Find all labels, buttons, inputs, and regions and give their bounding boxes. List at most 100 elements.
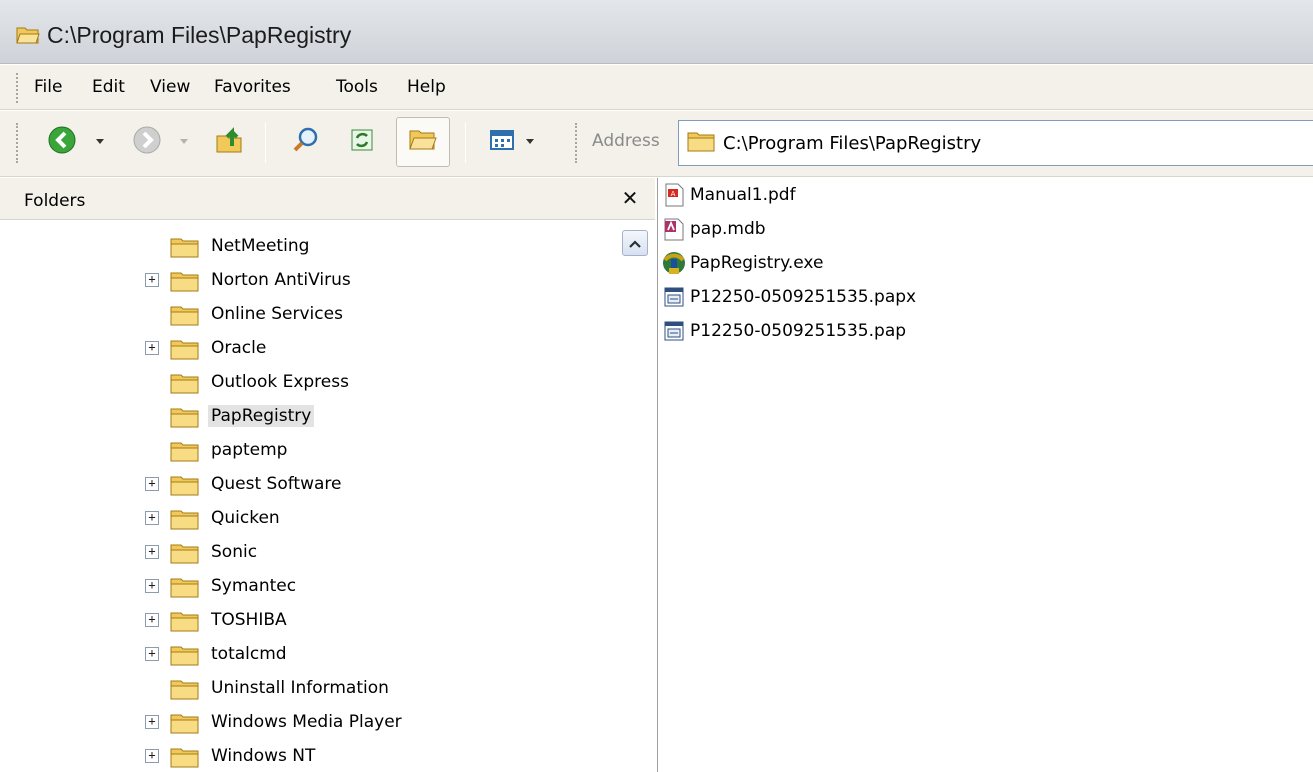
- file-item[interactable]: pap.mdb: [661, 212, 766, 246]
- expand-icon[interactable]: +: [145, 477, 159, 491]
- file-item[interactable]: A Manual1.pdf: [661, 178, 796, 212]
- folder-icon: [687, 130, 715, 157]
- expand-icon[interactable]: +: [145, 579, 159, 593]
- tree-item[interactable]: + Norton AntiVirus: [0, 264, 600, 298]
- tree-item-label: Quest Software: [211, 474, 342, 494]
- expand-icon[interactable]: +: [145, 545, 159, 559]
- folder-icon: [170, 644, 200, 671]
- folders-pane-header: Folders ✕: [0, 178, 655, 220]
- menu-edit[interactable]: Edit: [92, 77, 125, 97]
- up-button[interactable]: [210, 117, 250, 167]
- back-dropdown-arrow[interactable]: [96, 139, 104, 144]
- tree-item-label: totalcmd: [211, 644, 287, 664]
- expand-icon[interactable]: +: [145, 647, 159, 661]
- folder-icon: [170, 338, 200, 365]
- menubar-grip[interactable]: [16, 73, 19, 103]
- address-grip[interactable]: [575, 123, 578, 163]
- tree-item[interactable]: NetMeeting: [0, 230, 600, 264]
- folder-icon: [170, 372, 200, 399]
- menu-favorites[interactable]: Favorites: [214, 77, 291, 97]
- tree-item-label: Symantec: [211, 576, 297, 596]
- tree-item-label: TOSHIBA: [211, 610, 287, 630]
- sync-button[interactable]: [342, 117, 382, 167]
- tree-item[interactable]: + Windows Media Player: [0, 706, 600, 740]
- tree-item-label: Outlook Express: [211, 372, 349, 392]
- menu-view[interactable]: View: [150, 77, 190, 97]
- expand-icon[interactable]: +: [145, 511, 159, 525]
- forward-icon: [132, 125, 162, 160]
- menu-file[interactable]: File: [34, 77, 62, 97]
- address-input[interactable]: C:\Program Files\PapRegistry: [723, 133, 981, 154]
- tree-item[interactable]: + Quest Software: [0, 468, 600, 502]
- address-label: Address: [592, 131, 660, 151]
- tree-item[interactable]: PapRegistry: [0, 400, 600, 434]
- folders-pane: Folders ✕ NetMeeting + Norton AntiVirus Onl…: [0, 178, 658, 772]
- tree-item[interactable]: + Windows NT: [0, 740, 600, 772]
- file-name: Manual1.pdf: [690, 185, 796, 205]
- tree-item[interactable]: + Quicken: [0, 502, 600, 536]
- toolbar-separator: [265, 123, 266, 163]
- tree-item-label: PapRegistry: [208, 405, 315, 427]
- tree-item-label: Windows Media Player: [211, 712, 402, 732]
- folder-icon: [170, 576, 200, 603]
- expand-icon[interactable]: +: [145, 341, 159, 355]
- tree-item[interactable]: Uninstall Information: [0, 672, 600, 706]
- menu-help[interactable]: Help: [407, 77, 446, 97]
- back-button[interactable]: [44, 117, 80, 167]
- access-database-icon: [661, 216, 687, 242]
- folders-pane-title: Folders: [24, 191, 86, 211]
- title-bar: C:\Program Files\PapRegistry: [0, 0, 1313, 64]
- vertical-scrollbar[interactable]: [622, 230, 648, 772]
- close-icon[interactable]: ✕: [618, 184, 642, 212]
- svg-text:A: A: [671, 190, 676, 198]
- tree-item[interactable]: + totalcmd: [0, 638, 600, 672]
- up-folder-icon: [214, 124, 246, 161]
- generic-file-icon: [661, 284, 687, 310]
- chevron-up-icon: [629, 233, 641, 253]
- tree-item-label: Uninstall Information: [211, 678, 389, 698]
- tree-item[interactable]: + Symantec: [0, 570, 600, 604]
- address-bar[interactable]: C:\Program Files\PapRegistry: [678, 120, 1313, 166]
- sync-icon: [349, 127, 375, 158]
- tree-item[interactable]: paptemp: [0, 434, 600, 468]
- folders-icon: [408, 127, 438, 158]
- forward-button[interactable]: [129, 117, 165, 167]
- folders-button[interactable]: [396, 117, 450, 167]
- folder-icon: [170, 270, 200, 297]
- expand-icon[interactable]: +: [145, 715, 159, 729]
- file-item[interactable]: P12250-0509251535.pap: [661, 314, 906, 348]
- folder-icon: [170, 236, 200, 263]
- toolbar-grip[interactable]: [16, 123, 19, 163]
- tree-item-label: Norton AntiVirus: [211, 270, 351, 290]
- folder-icon: [170, 678, 200, 705]
- tree-item[interactable]: Outlook Express: [0, 366, 600, 400]
- toolbar-separator: [465, 123, 466, 163]
- back-icon: [47, 125, 77, 160]
- tree-item[interactable]: Online Services: [0, 298, 600, 332]
- folder-icon: [170, 746, 200, 772]
- file-list-pane: A Manual1.pdf pap.mdb PapRegistry.exe P12250…: [659, 178, 1313, 772]
- expand-icon[interactable]: +: [145, 273, 159, 287]
- folder-icon: [170, 508, 200, 535]
- tree-item-label: Oracle: [211, 338, 267, 358]
- views-dropdown-arrow[interactable]: [526, 139, 534, 144]
- forward-dropdown-arrow[interactable]: [180, 139, 188, 144]
- tree-item-label: paptemp: [211, 440, 288, 460]
- search-button[interactable]: [286, 117, 326, 167]
- expand-icon[interactable]: +: [145, 749, 159, 763]
- file-item[interactable]: PapRegistry.exe: [661, 246, 823, 280]
- folder-icon: [170, 406, 200, 433]
- file-item[interactable]: P12250-0509251535.papx: [661, 280, 916, 314]
- tree-item-label: NetMeeting: [211, 236, 310, 256]
- tree-item[interactable]: + Oracle: [0, 332, 600, 366]
- tree-item-label: Online Services: [211, 304, 343, 324]
- menu-tools[interactable]: Tools: [336, 77, 378, 97]
- expand-icon[interactable]: +: [145, 613, 159, 627]
- tree-item[interactable]: + TOSHIBA: [0, 604, 600, 638]
- tree-item[interactable]: + Sonic: [0, 536, 600, 570]
- window-title: C:\Program Files\PapRegistry: [47, 22, 352, 48]
- views-button[interactable]: [482, 117, 522, 167]
- file-name: P12250-0509251535.pap: [690, 321, 907, 341]
- scroll-up-button[interactable]: [622, 230, 648, 256]
- pdf-file-icon: A: [661, 182, 687, 208]
